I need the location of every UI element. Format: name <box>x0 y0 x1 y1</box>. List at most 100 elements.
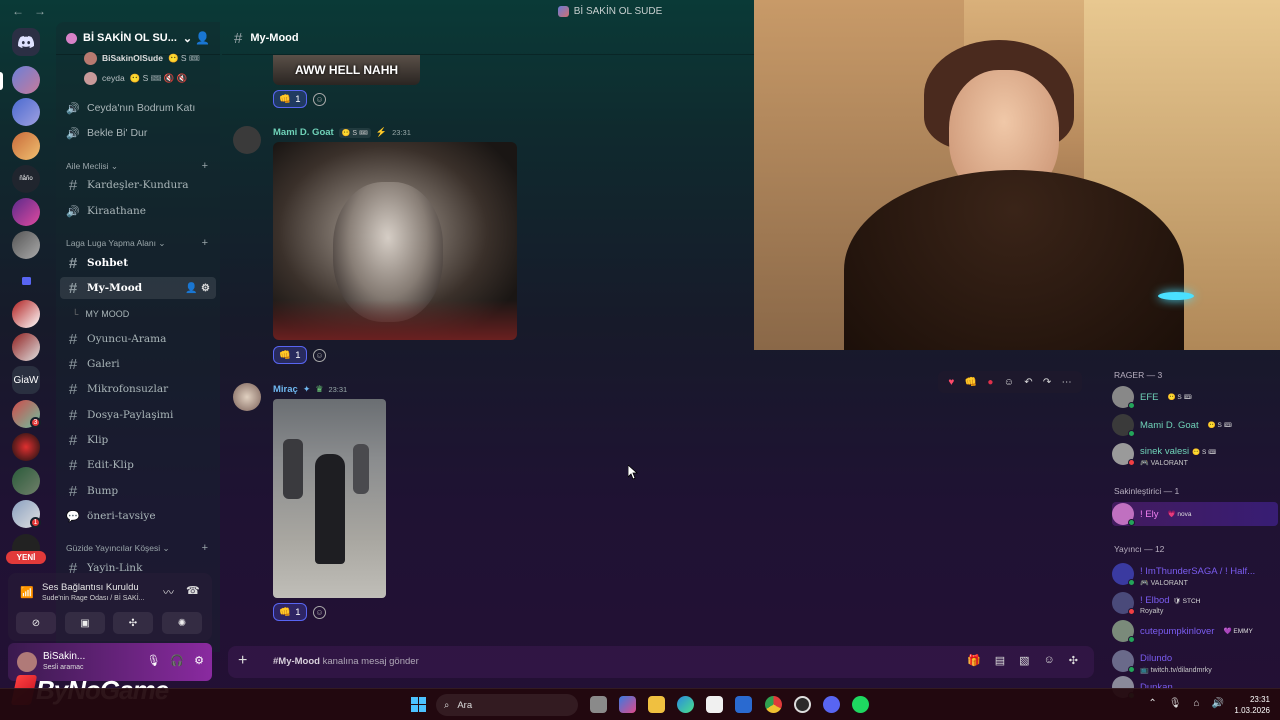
member-item[interactable]: cutepumpkinlover 💜 EMMY <box>1112 620 1278 643</box>
store-icon[interactable] <box>706 696 723 713</box>
apps-icon[interactable]: ✣ <box>1069 654 1078 667</box>
reaction-pill[interactable]: 👊 1 <box>273 90 307 108</box>
forward-icon[interactable]: ↷ <box>1043 377 1051 388</box>
noise-suppression-icon[interactable]: 〰 <box>163 584 174 600</box>
volume-icon[interactable]: 🔊 <box>1212 698 1224 709</box>
discord-home-icon[interactable] <box>12 28 40 56</box>
category-aile[interactable]: Aile Meclisi ⌄ + <box>66 159 212 173</box>
add-member-icon[interactable]: 👤 <box>195 31 210 45</box>
server-icon[interactable] <box>12 98 40 126</box>
gif-icon[interactable]: ▤ <box>995 654 1005 667</box>
new-badge[interactable]: YENİ <box>6 551 46 564</box>
channel-oneri[interactable]: 💬 öneri-tavsiye <box>60 505 216 527</box>
mail-icon[interactable] <box>735 696 752 713</box>
message-composer[interactable]: + #My-Mood kanalına mesaj gönder 🎁 ▤ ▧ ☺… <box>228 646 1094 678</box>
member-item[interactable]: ! ImThunderSAGA / ! Half... 🎮 VALORANT <box>1112 561 1278 587</box>
activities-button[interactable]: ✣ <box>113 612 153 634</box>
gif-attachment[interactable] <box>273 142 517 340</box>
add-reaction-icon[interactable]: ☺ <box>313 348 326 362</box>
task-view-icon[interactable] <box>590 696 607 713</box>
channel-my-mood[interactable]: # My-Mood 👤 ⚙ <box>60 277 216 299</box>
chevron-up-icon[interactable]: ⌃ <box>1148 698 1156 709</box>
discord-taskbar-icon[interactable] <box>823 696 840 713</box>
avatar[interactable] <box>233 383 261 411</box>
reaction-pill[interactable]: 👊 1 <box>273 346 307 364</box>
gift-icon[interactable]: 🎁 <box>967 654 981 667</box>
server-giaw-icon[interactable]: GiaW <box>12 366 40 394</box>
server-sakin-icon[interactable] <box>12 66 40 94</box>
server-icon[interactable] <box>12 198 40 226</box>
author-name[interactable]: Miraç <box>273 384 298 395</box>
gif-attachment[interactable]: AWW HELL NAHH <box>273 55 420 85</box>
avatar[interactable] <box>17 652 37 672</box>
app-icon[interactable] <box>619 696 636 713</box>
folder-icon[interactable] <box>12 266 40 294</box>
server-icon[interactable] <box>12 300 40 328</box>
add-reaction-icon[interactable]: ☺ <box>1004 377 1014 388</box>
add-reaction-icon[interactable]: ☺ <box>313 92 326 106</box>
channel-dosya[interactable]: # Dosya-Paylaşimi <box>60 404 216 426</box>
channel-kardesler[interactable]: # Kardeşler-Kundura <box>60 174 216 196</box>
server-icon[interactable] <box>12 132 40 160</box>
add-channel-icon[interactable]: + <box>202 160 208 172</box>
voice-channel-bodrum[interactable]: 🔊 Ceyda'nın Bodrum Katı <box>60 97 216 119</box>
heart-reaction-icon[interactable]: ♥ <box>948 377 954 388</box>
category-laga[interactable]: Laga Luga Yapma Alanı ⌄ + <box>66 236 212 250</box>
channel-bump[interactable]: # Bump <box>60 480 216 502</box>
forward-arrow-icon[interactable]: → <box>34 4 46 18</box>
channel-sohbet[interactable]: # Sohbet <box>60 252 216 274</box>
windows-start-icon[interactable] <box>411 697 426 712</box>
thread-my-mood[interactable]: └ MY MOOD <box>60 303 216 325</box>
member-item[interactable]: EFE 😶 S 🎟 <box>1112 386 1278 409</box>
server-icon[interactable]: ñåño <box>12 165 40 193</box>
network-icon[interactable]: ⌂ <box>1194 698 1200 709</box>
sticker-icon[interactable]: ▧ <box>1019 654 1029 667</box>
member-item[interactable]: ! Ely 💗 nova <box>1112 502 1278 526</box>
server-icon[interactable] <box>12 467 40 495</box>
author-name[interactable]: Mami D. Goat <box>273 127 334 138</box>
emoji-icon[interactable]: ☺ <box>1044 654 1055 667</box>
channel-kiraathane[interactable]: 🔊 Kiraathane <box>60 200 216 222</box>
member-item[interactable]: Dilundo 📺 twitch.tv/dilandmrky <box>1112 648 1278 674</box>
voice-user[interactable]: ceyda 😶 S 🎟 🔇 🔇 <box>84 70 187 86</box>
back-arrow-icon[interactable]: ← <box>12 4 24 18</box>
member-item[interactable]: Mami D. Goat 😶 S 🎟 <box>1112 414 1278 437</box>
disconnect-icon[interactable]: ☎ <box>186 584 200 597</box>
file-explorer-icon[interactable] <box>648 696 665 713</box>
taskbar-search[interactable]: ⌕ Ara <box>436 694 578 716</box>
avatar[interactable] <box>233 126 261 154</box>
server-icon[interactable] <box>12 433 40 461</box>
headphones-icon[interactable]: 🎧 <box>170 654 184 667</box>
channel-oyuncu-arama[interactable]: # Oyuncu-Arama <box>60 328 216 350</box>
voice-channel-bekle[interactable]: 🔊 Bekle Bi' Dur <box>60 122 216 144</box>
server-icon[interactable] <box>12 333 40 361</box>
channel-settings-icons[interactable]: 👤 ⚙ <box>185 283 210 294</box>
microphone-icon[interactable]: 🎙 <box>146 654 160 667</box>
clock[interactable]: 23:31 1.03.2026 <box>1234 694 1270 716</box>
channel-galeri[interactable]: # Galeri <box>60 353 216 375</box>
channel-klip[interactable]: # Klip <box>60 429 216 451</box>
reply-icon[interactable]: ↶ <box>1024 377 1032 388</box>
attach-plus-icon[interactable]: + <box>238 652 247 670</box>
signal-icon[interactable]: 📶 <box>20 586 34 599</box>
microphone-icon[interactable]: 🎙 <box>1169 698 1182 709</box>
edge-icon[interactable] <box>677 696 694 713</box>
chrome-icon[interactable] <box>765 696 782 713</box>
voice-location[interactable]: Sude'nin Rage Odası / Bİ SAKİ... <box>42 595 145 602</box>
channel-edit-klip[interactable]: # Edit-Klip <box>60 454 216 476</box>
channel-mikrofonsuzlar[interactable]: # Mikrofonsuzlar <box>60 378 216 400</box>
message-input[interactable]: #My-Mood kanalına mesaj gönder <box>273 656 419 667</box>
category-guzide[interactable]: Güzide Yayıncılar Köşesi ⌄ + <box>66 541 212 555</box>
settings-gear-icon[interactable]: ⚙ <box>194 654 204 667</box>
red-circle-icon[interactable]: ● <box>987 377 993 388</box>
screen-share-button[interactable]: ▣ <box>65 612 105 634</box>
add-channel-icon[interactable]: + <box>202 237 208 249</box>
obs-icon[interactable] <box>794 696 811 713</box>
member-item[interactable]: sinek valesi 😶 S 🎟 🎮 VALORANT <box>1112 441 1278 467</box>
camera-off-button[interactable]: ⊘ <box>16 612 56 634</box>
gif-attachment[interactable] <box>273 399 386 598</box>
voice-user[interactable]: BiSakinOlSude 😶 S 🎟 <box>84 50 200 66</box>
more-icon[interactable]: ⋯ <box>1062 377 1072 388</box>
add-reaction-icon[interactable]: ☺ <box>313 605 326 619</box>
member-item[interactable]: ! Elbod 🛡 STCH Royalty <box>1112 590 1278 615</box>
